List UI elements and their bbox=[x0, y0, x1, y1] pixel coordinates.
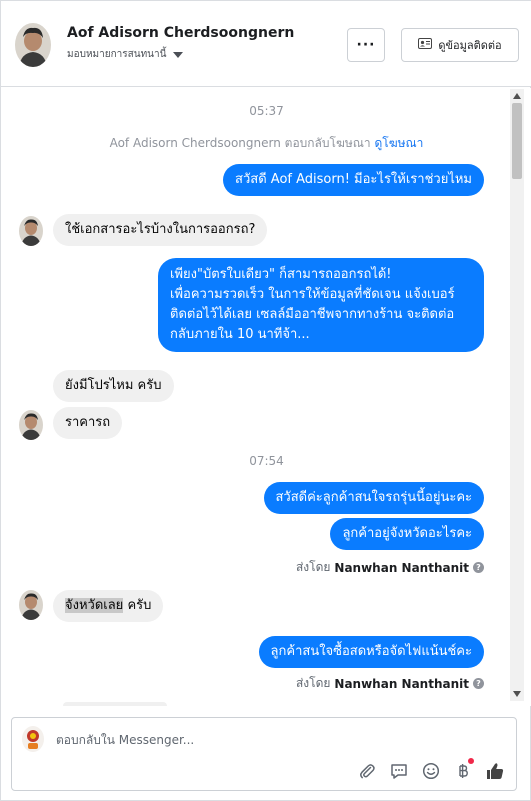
highlighted-text: จังหวัดเลย bbox=[65, 598, 124, 613]
view-ad-link[interactable]: ดูโฆษณา bbox=[374, 136, 423, 150]
outgoing-message[interactable]: เพียง"บัตรใบเดียว" ก็สามารถออกรถได้! เพื… bbox=[158, 258, 484, 352]
reply-composer bbox=[11, 717, 517, 791]
outgoing-message[interactable]: สวัสดีค่ะลูกค้าสนใจรถรุ่นนี้อยู่นะคะ bbox=[263, 482, 484, 514]
caret-down-icon bbox=[173, 51, 184, 58]
paperclip-icon[interactable] bbox=[356, 760, 378, 782]
sent-by-prefix: ส่งโดย bbox=[295, 676, 331, 690]
avatar[interactable] bbox=[15, 23, 51, 67]
baht-icon[interactable] bbox=[452, 758, 474, 782]
notification-dot bbox=[468, 758, 474, 764]
sent-by-label: ส่งโดย Nanwhan Nanthanit ? bbox=[296, 674, 484, 693]
sender-name: Nanwhan Nanthanit bbox=[334, 676, 469, 691]
message-thread: 05:37 Aof Adisorn Cherdsoongnern ตอบกลับ… bbox=[1, 88, 531, 706]
incoming-message[interactable]: จังหวัดเลย ครับ bbox=[53, 590, 164, 622]
messenger-panel: Aof Adisorn Cherdsoongnern มอบหมายการสนท… bbox=[0, 0, 531, 801]
more-dots-icon: ··· bbox=[356, 37, 376, 53]
contact-card-icon bbox=[418, 38, 433, 52]
help-icon[interactable]: ? bbox=[473, 562, 484, 573]
avatar bbox=[19, 590, 43, 620]
message-line: เพียง"บัตรใบเดียว" ก็สามารถออกรถได้! bbox=[170, 267, 392, 282]
message-line: ติดต่อไว้ได้เลย เซลล์มืออาชีพจากทางร้าน … bbox=[170, 307, 455, 322]
view-contact-button[interactable]: ดูข้อมูลติดต่อ bbox=[401, 28, 519, 62]
timestamp: 07:54 bbox=[249, 454, 284, 468]
partial-message bbox=[63, 702, 167, 706]
outgoing-message[interactable]: สวัสดี Aof Adisorn! มีอะไรให้เราช่วยไหม bbox=[223, 164, 484, 196]
sent-by-label: ส่งโดย Nanwhan Nanthanit ? bbox=[296, 558, 484, 577]
sender-name: Nanwhan Nanthanit bbox=[334, 560, 469, 575]
chat-bubble-icon[interactable] bbox=[388, 760, 410, 782]
scroll-thumb[interactable] bbox=[512, 103, 522, 179]
outgoing-message[interactable]: ลูกค้าสนใจซื้อสดหรือจัดไฟแน้นช์คะ bbox=[258, 636, 484, 668]
conversation-header: Aof Adisorn Cherdsoongnern มอบหมายการสนท… bbox=[1, 1, 531, 87]
assign-conversation-dropdown[interactable]: มอบหมายการสนทนานี้ bbox=[67, 47, 184, 62]
contact-name: Aof Adisorn Cherdsoongnern bbox=[67, 25, 295, 41]
ad-reply-notice: Aof Adisorn Cherdsoongnern ตอบกลับโฆษณา … bbox=[1, 134, 531, 153]
sent-by-prefix: ส่งโดย bbox=[295, 560, 331, 574]
smiley-icon[interactable] bbox=[420, 760, 442, 782]
ad-reply-text: Aof Adisorn Cherdsoongnern ตอบกลับโฆษณา bbox=[109, 136, 371, 150]
incoming-message[interactable]: ยังมีโปรไหม ครับ bbox=[53, 370, 174, 402]
avatar bbox=[19, 410, 43, 440]
composer-toolbar bbox=[356, 758, 506, 784]
chat-scrollbar[interactable] bbox=[510, 89, 524, 701]
view-contact-label: ดูข้อมูลติดต่อ bbox=[438, 39, 502, 52]
assign-label: มอบหมายการสนทนานี้ bbox=[67, 49, 167, 60]
outgoing-message[interactable]: ลูกค้าอยู่จังหวัดอะไรคะ bbox=[330, 518, 484, 550]
help-icon[interactable]: ? bbox=[473, 678, 484, 689]
page-avatar bbox=[22, 726, 44, 752]
incoming-message[interactable]: ใช้เอกสารอะไรบ้างในการออกรถ? bbox=[53, 214, 268, 246]
incoming-message[interactable]: ราคารถ bbox=[53, 407, 123, 439]
reply-input[interactable] bbox=[56, 730, 496, 750]
message-line: กลับภายใน 10 นาทีจ้า... bbox=[170, 327, 310, 342]
scroll-down-arrow-icon[interactable] bbox=[513, 691, 521, 697]
thumbs-up-icon[interactable] bbox=[484, 760, 506, 782]
scroll-up-arrow-icon[interactable] bbox=[513, 93, 521, 99]
avatar bbox=[19, 216, 43, 246]
more-options-button[interactable]: ··· bbox=[347, 28, 385, 62]
message-line: เพื่อความรวดเร็ว ในการให้ข้อมูลที่ชัดเจน… bbox=[170, 287, 455, 302]
timestamp: 05:37 bbox=[249, 104, 284, 118]
message-text: ครับ bbox=[123, 598, 152, 613]
